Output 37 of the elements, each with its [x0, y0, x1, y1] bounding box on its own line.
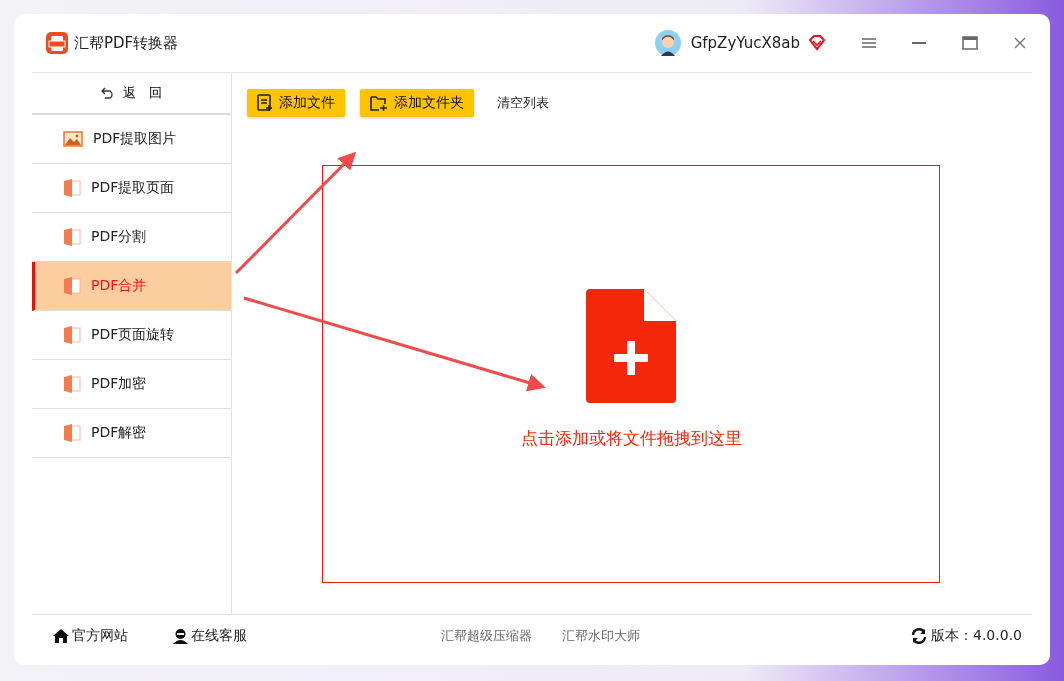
window-title: 汇帮PDF转换器 [74, 33, 179, 53]
toolbar-button[interactable]: 添加文件夹 [360, 89, 474, 117]
home-icon [52, 628, 70, 644]
sidebar-item[interactable]: PDF提取图片 [32, 115, 231, 164]
document-icon [63, 228, 81, 246]
back-icon [101, 87, 115, 99]
sidebar-item[interactable]: PDF页面旋转 [32, 311, 231, 360]
sidebar-item[interactable]: PDF解密 [32, 409, 231, 458]
folder-add-icon [370, 94, 388, 112]
close-icon[interactable] [1014, 37, 1026, 49]
product-link[interactable]: 汇帮超级压缩器 [441, 627, 532, 645]
document-icon [63, 326, 81, 344]
menu-icon[interactable] [862, 37, 876, 49]
version-label: 版本：4.0.0.0 [931, 627, 1022, 645]
toolbar-button[interactable]: 添加文件 [247, 89, 345, 117]
document-icon [63, 375, 81, 393]
document-icon [63, 424, 81, 442]
maximize-icon[interactable] [962, 36, 978, 50]
sidebar-item[interactable]: PDF加密 [32, 360, 231, 409]
pdf-logo-icon [46, 32, 68, 54]
username[interactable]: GfpZyYucX8ab [690, 34, 800, 52]
product-link[interactable]: 汇帮水印大师 [562, 627, 640, 645]
file-add-icon [257, 94, 273, 112]
document-icon [63, 277, 81, 295]
drop-hint: 点击添加或将文件拖拽到这里 [520, 426, 742, 450]
sidebar-item[interactable]: PDF提取页面 [32, 164, 231, 213]
footer-link[interactable]: 官方网站 [52, 627, 128, 645]
image-icon [63, 131, 83, 147]
document-icon [63, 179, 81, 197]
clear-list-link[interactable]: 清空列表 [497, 94, 549, 112]
footer-link[interactable]: 在线客服 [172, 627, 247, 645]
vip-diamond-icon[interactable] [808, 35, 826, 51]
drop-zone[interactable]: 点击添加或将文件拖拽到这里 [322, 165, 940, 583]
add-file-icon [586, 288, 676, 403]
refresh-icon[interactable] [911, 628, 927, 644]
avatar-icon [654, 30, 681, 56]
headset-person-icon [172, 628, 189, 644]
